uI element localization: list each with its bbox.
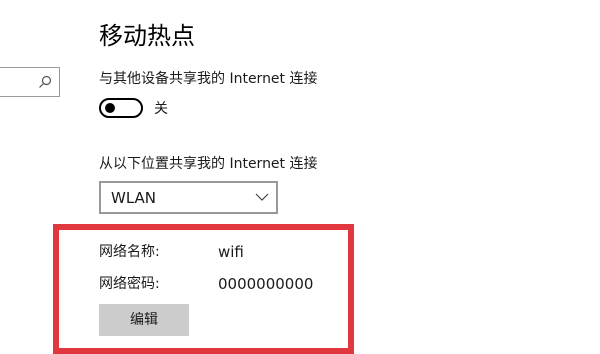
- share-from-select[interactable]: WLAN: [99, 181, 278, 214]
- network-password-label: 网络密码:: [99, 276, 160, 292]
- edit-button[interactable]: 编辑: [99, 304, 189, 336]
- toggle-knob: [105, 103, 115, 113]
- search-icon[interactable]: [38, 75, 52, 89]
- network-name-label: 网络名称:: [99, 244, 160, 260]
- share-connection-label: 与其他设备共享我的 Internet 连接: [99, 71, 318, 87]
- share-from-selected-value: WLAN: [111, 189, 157, 207]
- network-password-value: 0000000000: [218, 275, 314, 293]
- share-from-label: 从以下位置共享我的 Internet 连接: [99, 156, 318, 172]
- page-title: 移动热点: [99, 22, 195, 50]
- network-name-value: wifi: [218, 243, 244, 261]
- search-input[interactable]: [0, 67, 60, 97]
- chevron-down-icon: [255, 193, 269, 201]
- share-connection-toggle[interactable]: [99, 98, 143, 118]
- toggle-state-label: 关: [154, 101, 168, 117]
